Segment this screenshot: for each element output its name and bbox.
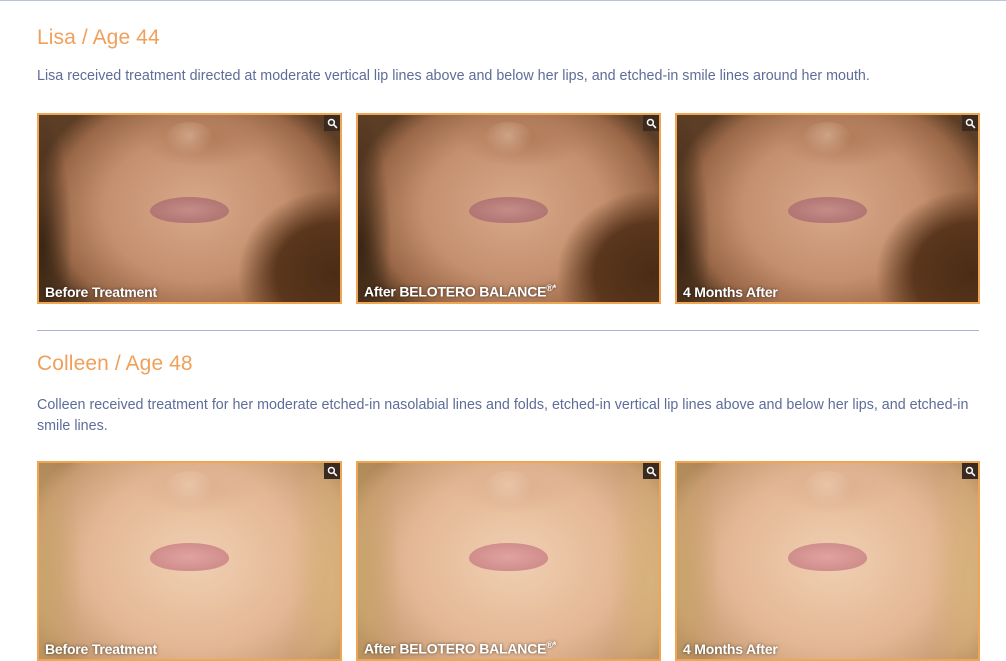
photo-caption: 4 Months After [683, 641, 778, 657]
photo-row: Before Treatment After BELOTERO BALANCE®… [37, 461, 980, 661]
photo-caption: Before Treatment [45, 641, 157, 657]
face-image [358, 463, 659, 659]
zoom-icon[interactable] [643, 115, 659, 131]
four-months-photo[interactable]: 4 Months After [675, 113, 980, 304]
photo-caption: After BELOTERO BALANCE®* [364, 283, 557, 300]
patient-title: Lisa / Age 44 [37, 26, 160, 49]
face-image [677, 463, 978, 659]
zoom-icon[interactable] [962, 463, 978, 479]
photo-caption: After BELOTERO BALANCE®* [364, 640, 557, 657]
after-photo[interactable]: After BELOTERO BALANCE®* [356, 461, 661, 661]
before-photo[interactable]: Before Treatment [37, 113, 342, 304]
top-rule [0, 0, 1006, 1]
patient-section-lisa: Lisa / Age 44 Lisa received treatment di… [37, 26, 980, 304]
patient-description: Lisa received treatment directed at mode… [37, 68, 870, 84]
four-months-photo[interactable]: 4 Months After [675, 461, 980, 661]
zoom-icon[interactable] [324, 463, 340, 479]
photo-caption: 4 Months After [683, 284, 778, 300]
zoom-icon[interactable] [643, 463, 659, 479]
face-image [677, 115, 978, 302]
zoom-icon[interactable] [324, 115, 340, 131]
patient-section-colleen: Colleen / Age 48 Colleen received treatm… [37, 352, 980, 661]
patient-description: Colleen received treatment for her moder… [37, 397, 969, 434]
patient-title: Colleen / Age 48 [37, 352, 193, 375]
after-photo[interactable]: After BELOTERO BALANCE®* [356, 113, 661, 304]
section-divider [37, 330, 979, 331]
before-photo[interactable]: Before Treatment [37, 461, 342, 661]
zoom-icon[interactable] [962, 115, 978, 131]
face-image [358, 115, 659, 302]
face-image [39, 115, 340, 302]
photo-caption: Before Treatment [45, 284, 157, 300]
photo-row: Before Treatment After BELOTERO BALANCE®… [37, 113, 980, 304]
face-image [39, 463, 340, 659]
